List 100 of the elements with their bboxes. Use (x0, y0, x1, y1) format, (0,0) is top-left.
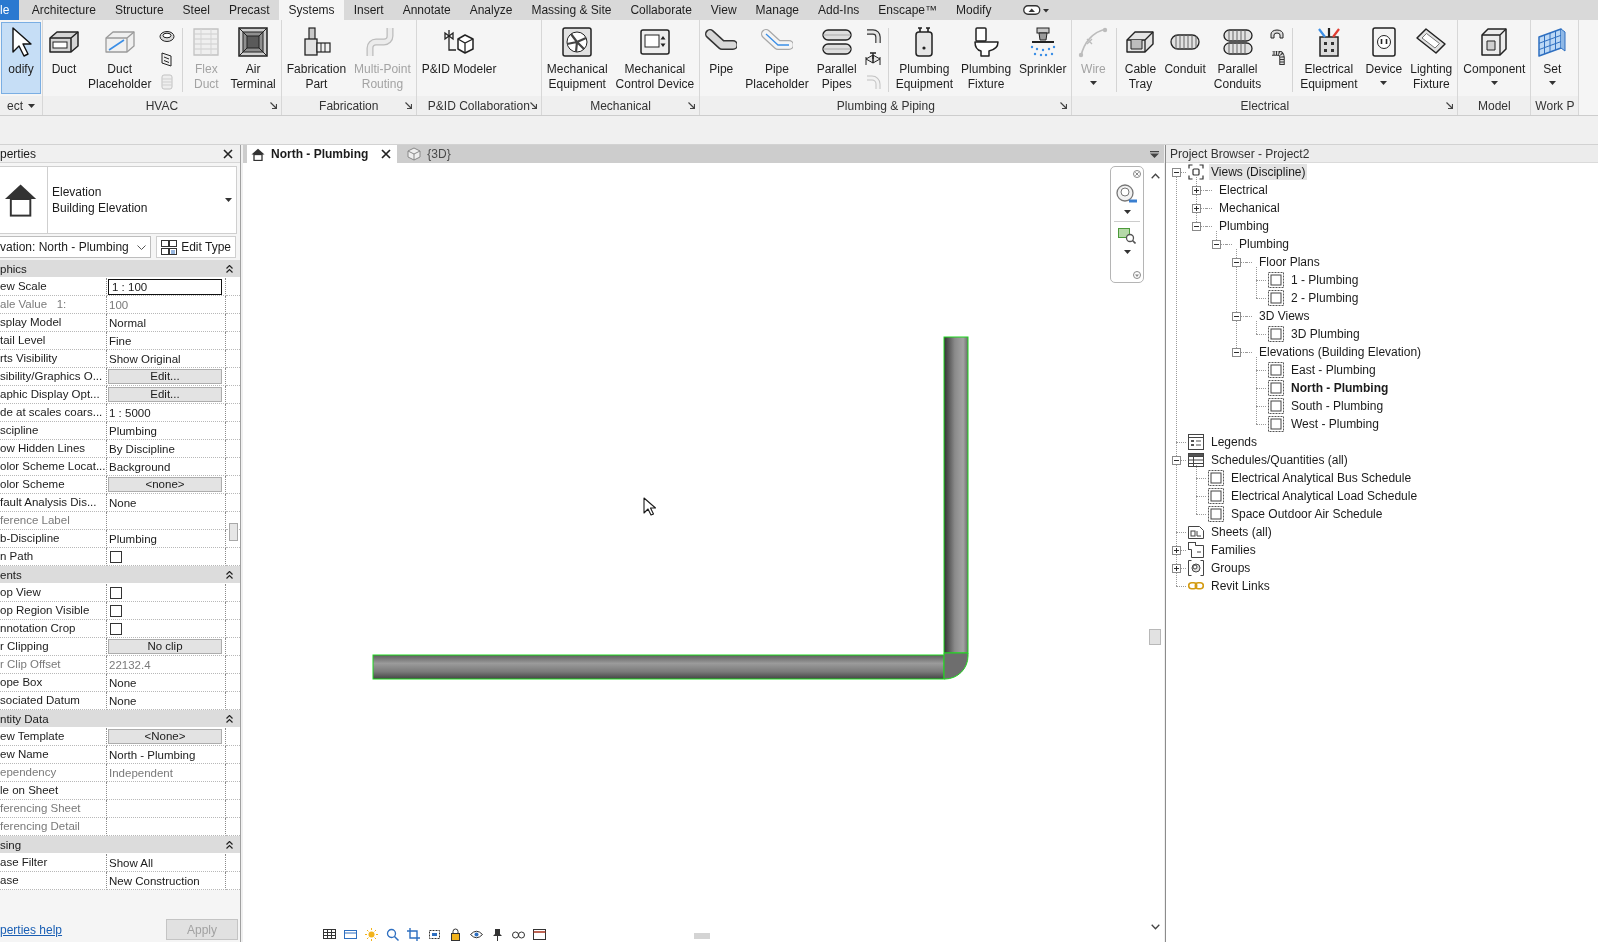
minus-box-icon[interactable] (1231, 257, 1241, 267)
value-button[interactable]: Edit... (108, 369, 222, 384)
ribbon-tab[interactable]: Analyze (460, 0, 522, 20)
ribbon-button[interactable]: Mechanical Equipment (542, 22, 612, 94)
tree-item[interactable]: Schedules/Quantities (all) (1209, 452, 1350, 468)
ribbon-tab[interactable]: Architecture (22, 0, 106, 20)
magnifier-icon[interactable] (386, 928, 399, 941)
ribbon-tab[interactable]: Manage (746, 0, 809, 20)
minus-box-icon[interactable] (1191, 221, 1201, 231)
ribbon-tab[interactable]: Systems (279, 0, 345, 20)
tree-item[interactable]: Sheets (all) (1209, 524, 1274, 540)
corner-arrow-icon[interactable] (688, 102, 696, 109)
ribbon-tab[interactable]: Add-Ins (808, 0, 869, 20)
ribbon-button[interactable]: Cable Tray (1120, 22, 1161, 94)
grid-icon[interactable] (323, 928, 336, 941)
file-tab[interactable]: le (0, 0, 20, 20)
value-button[interactable]: No clip (108, 639, 222, 654)
tree-item[interactable]: West - Plumbing (1289, 416, 1381, 432)
ribbon-button[interactable]: Component (1459, 22, 1530, 94)
double-chevron-up-icon[interactable] (226, 570, 233, 579)
scrollbar-thumb[interactable] (229, 523, 238, 541)
chevron-down-icon[interactable] (1150, 924, 1160, 930)
double-circle-icon[interactable] (1116, 184, 1138, 204)
scrollbar-thumb[interactable] (1149, 628, 1161, 645)
glasses-icon[interactable] (512, 928, 525, 941)
caret-icon[interactable] (1150, 150, 1159, 158)
double-chevron-up-icon[interactable] (226, 840, 233, 849)
pill-caret-icon[interactable] (1022, 4, 1049, 16)
ribbon-button[interactable]: Parallel Pipes (812, 22, 861, 94)
ribbon-tab[interactable]: Enscape™ (868, 0, 947, 20)
tree-item[interactable]: Legends (1209, 434, 1260, 450)
checkbox[interactable] (110, 550, 122, 563)
input-field[interactable]: 1 : 100 (108, 278, 222, 295)
ribbon-tab[interactable]: Annotate (393, 0, 461, 20)
tree-item[interactable]: Views (Discipline) (1209, 164, 1308, 180)
tree-item[interactable]: Families (1209, 542, 1258, 558)
close-icon[interactable] (381, 149, 392, 159)
tree-item[interactable]: Electrical Analytical Bus Schedule (1229, 470, 1414, 486)
group-header[interactable]: ents (0, 566, 240, 584)
checkbox[interactable] (110, 622, 122, 635)
ribbon-tab[interactable]: Massing & Site (521, 0, 621, 20)
ribbon-tab[interactable]: Structure (105, 0, 174, 20)
tree-item[interactable]: East - Plumbing (1289, 362, 1378, 378)
tree-item[interactable]: Floor Plans (1257, 254, 1322, 270)
corner-arrow-icon[interactable] (404, 102, 412, 109)
close-icon[interactable] (223, 148, 233, 159)
group-header[interactable]: ntity Data (0, 710, 240, 728)
minus-box-icon[interactable] (1231, 347, 1241, 357)
document-tab[interactable]: North - Plumbing (247, 145, 398, 163)
double-chevron-up-icon[interactable] (226, 714, 233, 723)
eye-icon[interactable] (470, 928, 483, 941)
group-header[interactable]: sing (0, 836, 240, 854)
tree-item[interactable]: Plumbing (1217, 218, 1272, 234)
tree-item[interactable]: Electrical (1217, 182, 1270, 198)
lock-icon[interactable] (449, 928, 462, 941)
tree-item[interactable]: South - Plumbing (1289, 398, 1386, 414)
valve-icon[interactable] (864, 51, 881, 67)
checkbox[interactable] (110, 586, 122, 599)
tree-item[interactable]: 3D Plumbing (1289, 326, 1362, 342)
minus-box-icon[interactable] (1171, 167, 1181, 177)
ribbon-button[interactable]: Pipe (701, 22, 742, 94)
plus-box-icon[interactable] (1171, 545, 1181, 555)
frame-icon[interactable] (533, 928, 546, 941)
help-link[interactable]: perties help (0, 923, 63, 940)
ribbon-button[interactable]: Set (1532, 22, 1573, 94)
ribbon-button[interactable]: Duct (44, 22, 84, 94)
ribbon-button[interactable]: Plumbing Fixture (957, 22, 1016, 94)
corner-arrow-icon[interactable] (269, 102, 277, 109)
window-icon[interactable] (344, 928, 357, 941)
minus-box-icon[interactable] (1211, 239, 1221, 249)
ribbon-button[interactable]: Air Terminal (226, 22, 280, 94)
ribbon-button[interactable]: Conduit (1160, 22, 1210, 94)
value-button[interactable]: Edit... (108, 387, 222, 402)
minus-box-icon[interactable] (1231, 311, 1241, 321)
ribbon-button[interactable]: Device (1361, 22, 1407, 94)
ribbon-tab[interactable]: View (701, 0, 747, 20)
scrollbar-thumb[interactable] (694, 933, 710, 939)
tree-item[interactable]: Space Outdoor Air Schedule (1229, 506, 1385, 522)
tree-item[interactable]: Plumbing (1237, 236, 1292, 252)
tree-item[interactable]: Elevations (Building Elevation) (1257, 344, 1424, 360)
ribbon-button[interactable]: Pipe Placeholder (741, 22, 813, 94)
tree-item[interactable]: Electrical Analytical Load Schedule (1229, 488, 1420, 504)
tree-item[interactable]: Groups (1209, 560, 1253, 576)
ribbon-button[interactable]: Duct Placeholder (84, 22, 156, 94)
document-tab[interactable]: {3D} (403, 145, 457, 163)
ribbon-button[interactable]: Plumbing Equipment (891, 22, 958, 94)
ribbon-button[interactable]: Mechanical Control Device (611, 22, 699, 94)
ribbon-tab[interactable]: Steel (173, 0, 220, 20)
ribbon-button[interactable]: odify (1, 22, 41, 94)
group-header[interactable]: phics (0, 260, 240, 278)
ring-icon[interactable] (159, 28, 176, 44)
tree-item[interactable]: 1 - Plumbing (1289, 272, 1361, 288)
ribbon-button[interactable]: Fabrication Part (282, 22, 351, 94)
value-button[interactable]: <none> (108, 477, 222, 492)
chevron-up-icon[interactable] (1150, 173, 1160, 179)
navigation-bar[interactable] (1110, 166, 1144, 283)
edit-type-button[interactable]: Edit Type (156, 236, 236, 258)
tree-item[interactable]: Revit Links (1209, 578, 1272, 594)
ribbon-button[interactable]: Parallel Conduits (1209, 22, 1266, 94)
plus-box-icon[interactable] (1171, 563, 1181, 573)
